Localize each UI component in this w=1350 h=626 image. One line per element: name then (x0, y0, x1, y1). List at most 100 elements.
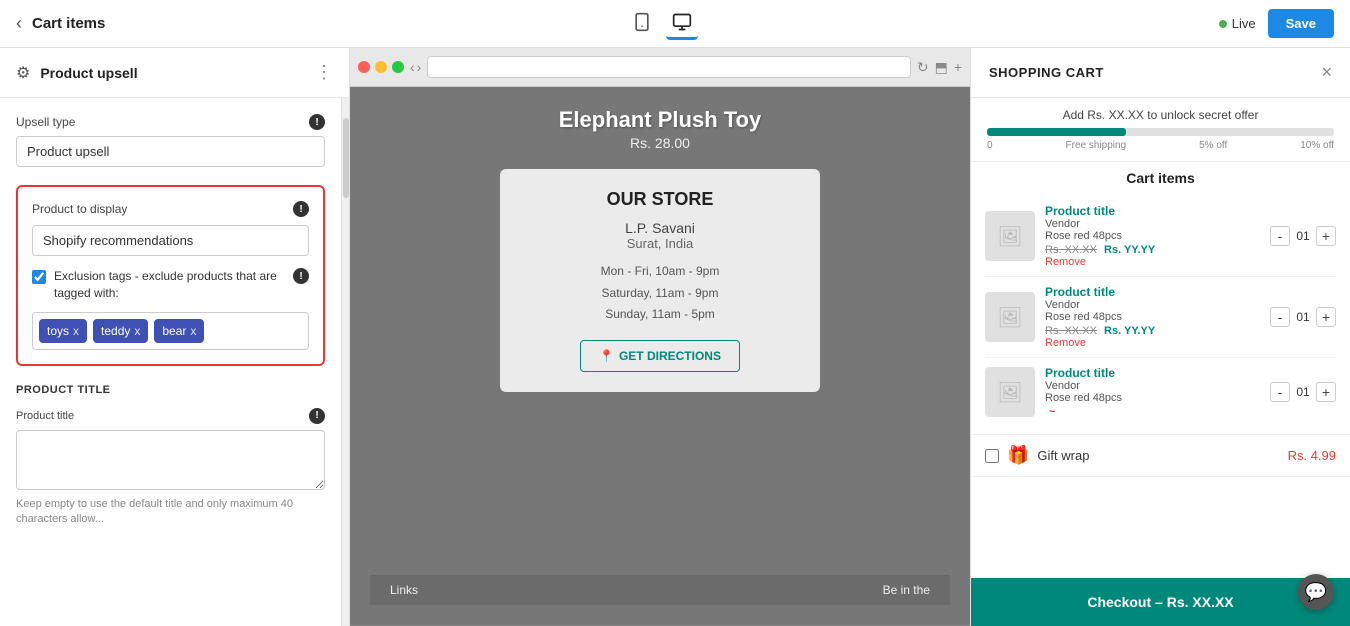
cart-item-1-qty-minus[interactable]: - (1270, 226, 1290, 246)
exclusion-tags-row: Exclusion tags - exclude products that a… (32, 268, 309, 302)
cart-item-2-variant: Rose red 48pcs (1045, 311, 1260, 323)
back-button[interactable]: ‹ (16, 13, 22, 34)
exclusion-tags-checkbox[interactable] (32, 270, 46, 284)
left-panel-header: ⚙ Product upsell ⋮ (0, 48, 349, 98)
product-display-select[interactable]: Shopify recommendations (32, 225, 309, 256)
product-title-label-row: Product title ! (16, 408, 325, 424)
cart-item-2-vendor: Vendor (1045, 299, 1260, 311)
store-hours: Mon - Fri, 10am - 9pm Saturday, 11am - 9… (530, 261, 790, 326)
gift-wrap-row: 🎁 Gift wrap Rs. 4.99 (971, 435, 1350, 477)
main-layout: ⚙ Product upsell ⋮ Upsell type ! Product… (0, 48, 1350, 626)
share-icon[interactable]: ⬒ (935, 59, 948, 76)
gift-wrap-checkbox[interactable] (985, 449, 999, 463)
cart-item-3-qty-val: 01 (1294, 385, 1312, 399)
preview-content: Elephant Plush Toy Rs. 28.00 OUR STORE L… (350, 87, 970, 625)
product-title-section-header: PRODUCT TITLE (16, 384, 325, 396)
progress-labels: 0 Free shipping 5% off 10% off (987, 140, 1334, 151)
cart-item-3-details: Product title Vendor Rose red 48pcs ~ (1045, 366, 1260, 418)
store-hours-3: Sunday, 11am - 5pm (530, 304, 790, 326)
cart-item-1-remove[interactable]: Remove (1045, 256, 1260, 268)
chat-bubble[interactable]: 💬 (1298, 574, 1334, 610)
address-bar[interactable] (427, 56, 911, 78)
tag-toys-remove[interactable]: x (73, 324, 79, 338)
refresh-icon[interactable]: ↻ (917, 59, 929, 76)
left-panel-scrollbar[interactable] (341, 98, 349, 626)
product-name: Elephant Plush Toy (559, 107, 762, 133)
page-title: Cart items (32, 15, 105, 32)
product-price: Rs. 28.00 (559, 135, 762, 151)
cart-item-1-qty: - 01 + (1270, 226, 1336, 246)
traffic-light-red[interactable] (358, 61, 370, 73)
store-location: Surat, India (530, 236, 790, 251)
exclusion-tags-label: Exclusion tags - exclude products that a… (54, 268, 285, 302)
cart-item-3-sale-price: ~ (1049, 406, 1055, 418)
tag-toys-label: toys (47, 324, 69, 338)
tablet-icon[interactable] (626, 8, 658, 40)
live-indicator: Live (1219, 16, 1256, 31)
cart-item-2-qty-minus[interactable]: - (1270, 307, 1290, 327)
cart-item-1-variant: Rose red 48pcs (1045, 230, 1260, 242)
cart-item-2: 🖼 Product title Vendor Rose red 48pcs Rs… (985, 277, 1336, 358)
checkout-button[interactable]: Checkout – Rs. XX.XX (971, 578, 1350, 626)
cart-item-1-sale-price: Rs. YY.YY (1104, 244, 1155, 256)
tag-toys[interactable]: toys x (39, 319, 87, 343)
tags-container[interactable]: toys x teddy x bear x (32, 312, 309, 350)
store-hours-1: Mon - Fri, 10am - 9pm (530, 261, 790, 283)
product-title-section: PRODUCT TITLE Product title ! Keep empty… (16, 384, 325, 528)
cart-panel: SHOPPING CART × Add Rs. XX.XX to unlock … (970, 48, 1350, 626)
tag-bear[interactable]: bear x (154, 319, 204, 343)
cart-item-2-qty: - 01 + (1270, 307, 1336, 327)
device-switcher (626, 8, 698, 40)
location-pin-icon: 📍 (599, 349, 614, 363)
cart-item-3-qty-minus[interactable]: - (1270, 382, 1290, 402)
cart-items-section-title: Cart items (985, 170, 1336, 186)
tag-teddy[interactable]: teddy x (93, 319, 148, 343)
save-button[interactable]: Save (1268, 9, 1334, 38)
gear-icon: ⚙ (16, 63, 30, 83)
cart-item-2-image: 🖼 (985, 292, 1035, 342)
cart-item-1-qty-plus[interactable]: + (1316, 226, 1336, 246)
directions-button[interactable]: 📍 GET DIRECTIONS (580, 340, 740, 372)
center-preview: ‹ › ↻ ⬒ + Elephant Plush Toy Rs. 28.00 O… (350, 48, 970, 626)
cart-item-3-qty-plus[interactable]: + (1316, 382, 1336, 402)
left-panel-header-left: ⚙ Product upsell (16, 63, 138, 83)
image-placeholder-icon-2: 🖼 (997, 305, 1022, 330)
cart-item-2-qty-plus[interactable]: + (1316, 307, 1336, 327)
cart-item-2-remove[interactable]: Remove (1045, 337, 1260, 349)
store-card: OUR STORE L.P. Savani Surat, India Mon -… (500, 169, 820, 392)
gift-wrap-price: Rs. 4.99 (1288, 448, 1336, 463)
desktop-icon[interactable] (666, 8, 698, 40)
upsell-type-select[interactable]: Product upsell (16, 136, 325, 167)
product-title-input[interactable] (16, 430, 325, 490)
cart-title: SHOPPING CART (989, 65, 1104, 80)
nav-arrows: ‹ › (410, 59, 421, 75)
image-placeholder-icon: 🖼 (997, 224, 1022, 249)
product-title-label: Product title (16, 410, 74, 422)
top-bar-left: ‹ Cart items (16, 13, 105, 34)
cart-item-1-original-price: Rs. XX.XX (1045, 244, 1097, 256)
left-panel-content: Upsell type ! Product upsell Product to … (0, 98, 341, 626)
progress-bar-track (987, 128, 1334, 136)
traffic-light-yellow[interactable] (375, 61, 387, 73)
left-panel: ⚙ Product upsell ⋮ Upsell type ! Product… (0, 48, 350, 626)
cart-item-2-sale-price: Rs. YY.YY (1104, 325, 1155, 337)
more-options-icon[interactable]: ⋮ (315, 62, 333, 83)
tag-bear-remove[interactable]: x (190, 324, 196, 338)
product-display-info-icon: ! (293, 201, 309, 217)
forward-arrow-icon[interactable]: › (417, 59, 422, 75)
product-title-hint: Keep empty to use the default title and … (16, 497, 325, 528)
cart-close-button[interactable]: × (1321, 62, 1332, 83)
live-label: Live (1232, 16, 1256, 31)
tag-teddy-remove[interactable]: x (134, 324, 140, 338)
back-arrow-icon[interactable]: ‹ (410, 59, 415, 75)
left-panel-title: Product upsell (40, 65, 137, 81)
upsell-type-group: Upsell type ! Product upsell (16, 114, 325, 167)
new-tab-icon[interactable]: + (954, 59, 962, 76)
tag-bear-label: bear (162, 324, 186, 338)
traffic-light-green[interactable] (392, 61, 404, 73)
cart-item-1-qty-val: 01 (1294, 229, 1312, 243)
directions-label: GET DIRECTIONS (619, 349, 721, 363)
cart-item-3-qty: - 01 + (1270, 382, 1336, 402)
progress-label-0: 0 (987, 140, 993, 151)
cart-item-3-prices: ~ (1045, 406, 1260, 418)
